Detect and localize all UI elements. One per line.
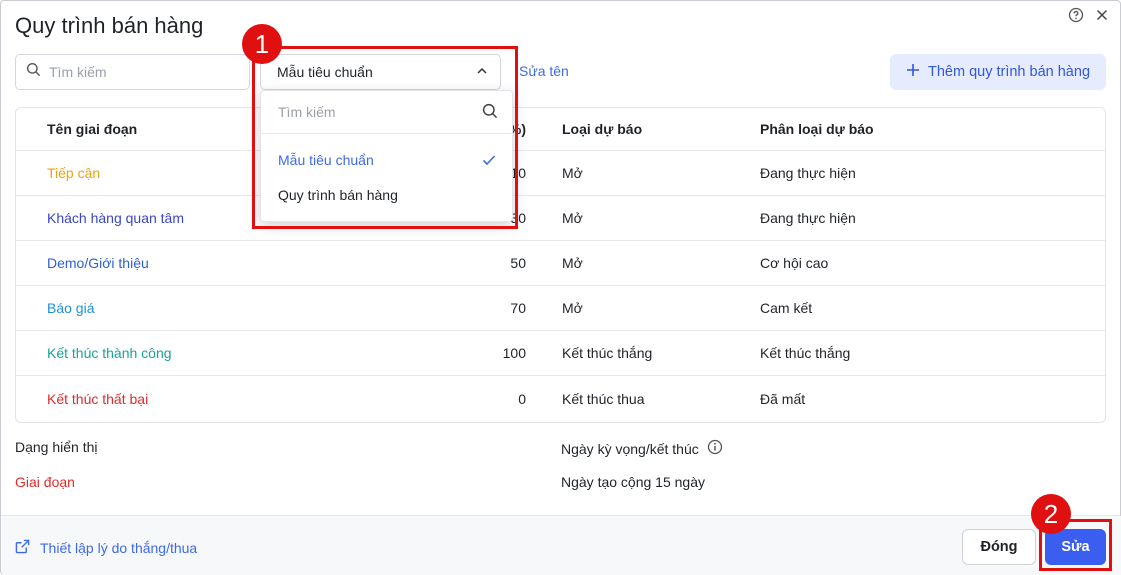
- stage-forecast-class: Đang thực hiện: [760, 165, 856, 181]
- step-badge-2: 2: [1031, 494, 1071, 534]
- stage-name: Demo/Giới thiệu: [47, 255, 149, 271]
- win-loss-reason-link[interactable]: Thiết lập lý do thắng/thua: [15, 539, 197, 557]
- search-icon: [26, 62, 41, 82]
- stage-forecast-class: Cơ hội cao: [760, 255, 829, 271]
- stage-forecast-class: Đang thực hiện: [760, 210, 856, 226]
- stage-name: Tiếp cận: [47, 165, 101, 181]
- search-input[interactable]: Tìm kiếm: [15, 54, 250, 90]
- table-row: Báo giá 70 Mở Cam kết: [16, 286, 1105, 331]
- table-row: Kết thúc thất bại 0 Kết thúc thua Đã mất: [16, 376, 1105, 421]
- stage-forecast-type: Mở: [562, 300, 583, 316]
- header-forecast-class: Phân loại dự báo: [760, 121, 874, 137]
- display-mode-value: Giai đoạn: [15, 474, 75, 490]
- display-mode-label: Dạng hiển thị: [15, 439, 98, 455]
- dialog-top-icons: [1068, 7, 1110, 23]
- close-button[interactable]: Đóng: [962, 529, 1036, 565]
- stages-table: Tên giai đoạn (%) Loại dự báo Phân loại …: [15, 107, 1106, 423]
- stage-forecast-class: Cam kết: [760, 300, 813, 316]
- stage-forecast-class: Kết thúc thắng: [760, 345, 851, 361]
- stage-percent: 100: [502, 345, 526, 361]
- table-row: Tiếp cận 10 Mở Đang thực hiện: [16, 151, 1105, 196]
- table-row: Demo/Giới thiệu 50 Mở Cơ hội cao: [16, 241, 1105, 286]
- plus-icon: [906, 63, 920, 81]
- rename-link[interactable]: Sửa tên: [519, 63, 569, 79]
- help-icon[interactable]: [1068, 7, 1084, 23]
- stage-forecast-type: Mở: [562, 255, 583, 271]
- table-header: Tên giai đoạn (%) Loại dự báo Phân loại …: [16, 108, 1105, 151]
- expected-date-label: Ngày kỳ vọng/kết thúc: [561, 440, 699, 457]
- expected-date-label-group: Ngày kỳ vọng/kết thúc: [561, 439, 723, 458]
- table-row: Kết thúc thành công 100 Kết thúc thắng K…: [16, 331, 1105, 376]
- stage-percent: 50: [510, 255, 526, 271]
- external-link-icon: [15, 539, 30, 557]
- stage-forecast-type: Kết thúc thắng: [562, 345, 653, 361]
- info-icon[interactable]: [707, 439, 723, 458]
- sales-process-dialog: Quy trình bán hàng Tìm kiếm Mẫu tiêu chu…: [0, 0, 1121, 575]
- stage-name: Báo giá: [47, 300, 95, 316]
- step-badge-1: 1: [242, 24, 282, 64]
- win-loss-reason-label: Thiết lập lý do thắng/thua: [40, 540, 198, 556]
- search-placeholder: Tìm kiếm: [49, 64, 107, 80]
- highlight-box-step1: [252, 46, 518, 229]
- header-stage-name: Tên giai đoạn: [47, 121, 138, 137]
- header-forecast-type: Loại dự báo: [562, 121, 643, 137]
- table-row: Khách hàng quan tâm 30 Mở Đang thực hiện: [16, 196, 1105, 241]
- stage-percent: 0: [518, 390, 526, 407]
- add-process-label: Thêm quy trình bán hàng: [927, 64, 1091, 80]
- stage-forecast-class: Đã mất: [760, 390, 806, 407]
- stage-name: Kết thúc thành công: [47, 345, 172, 361]
- stage-forecast-type: Kết thúc thua: [562, 390, 645, 407]
- expected-date-value: Ngày tạo cộng 15 ngày: [561, 474, 705, 490]
- add-process-button[interactable]: Thêm quy trình bán hàng: [890, 54, 1106, 90]
- stage-forecast-type: Mở: [562, 210, 583, 226]
- dialog-title: Quy trình bán hàng: [15, 13, 204, 38]
- close-icon[interactable]: [1094, 7, 1110, 23]
- stage-forecast-type: Mở: [562, 165, 583, 181]
- stage-name: Khách hàng quan tâm: [47, 210, 184, 226]
- stage-percent: 70: [510, 300, 526, 316]
- stage-name: Kết thúc thất bại: [47, 390, 149, 407]
